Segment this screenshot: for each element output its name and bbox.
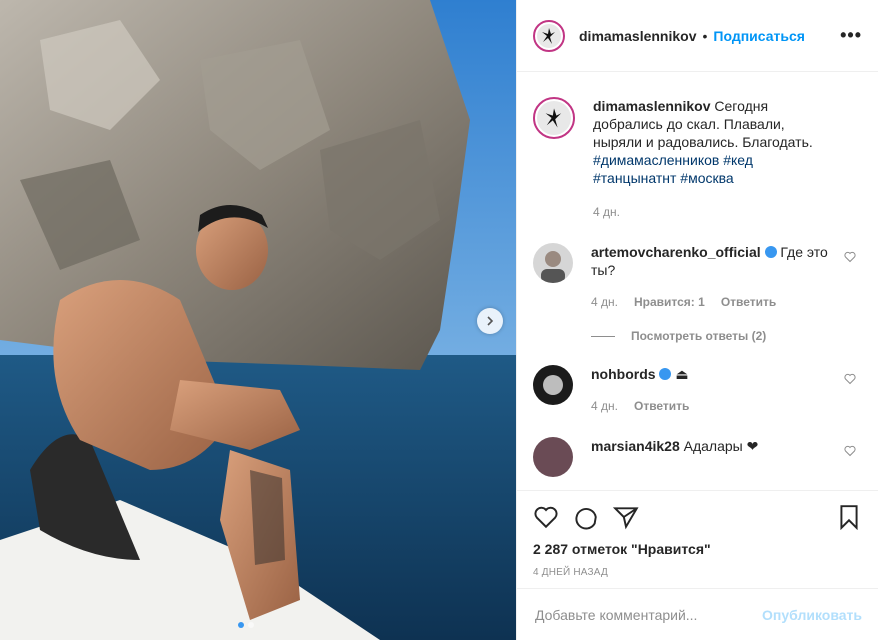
commenter-avatar[interactable] <box>533 437 573 477</box>
comment-text: ⏏ <box>675 366 689 382</box>
comment-time[interactable]: 4 дн. <box>591 293 618 311</box>
comment: marsian4ik28 Адалары ❤ <box>533 437 862 477</box>
carousel-dot-active <box>238 622 244 628</box>
post-actions: 2 287 отметок "Нравится" 4 дней назад <box>517 490 878 586</box>
comment-bubble-icon[interactable] <box>573 504 599 530</box>
share-plane-icon[interactable] <box>613 504 639 530</box>
post-panel: dimamaslennikov • Подписаться ••• dimama… <box>516 0 878 640</box>
post-image <box>0 0 516 640</box>
comment-time[interactable]: 4 дн. <box>591 397 618 415</box>
view-replies-button[interactable]: Посмотреть ответы (2) <box>591 329 862 343</box>
likes-count[interactable]: 2 287 отметок "Нравится" <box>533 541 862 557</box>
post-timestamp[interactable]: 4 дней назад <box>533 567 862 578</box>
comment-username[interactable]: marsian4ik28 <box>591 438 680 454</box>
like-heart-icon[interactable] <box>533 504 559 530</box>
post-photo[interactable] <box>0 0 516 640</box>
comment: artemovcharenko_official Где это ты? 4 д… <box>533 243 862 311</box>
carousel-dot <box>248 622 254 628</box>
heart-icon[interactable] <box>844 445 856 457</box>
reply-button[interactable]: Ответить <box>634 397 689 415</box>
comment-input[interactable] <box>533 605 763 624</box>
post-header: dimamaslennikov • Подписаться ••• <box>517 0 878 72</box>
comments-list[interactable]: dimamaslennikov Сегодня добрались до ска… <box>517 73 878 490</box>
publish-button[interactable]: Опубликовать <box>762 607 862 623</box>
separator-dot: • <box>702 27 708 44</box>
replies-line <box>591 335 615 337</box>
next-photo-button[interactable] <box>477 308 503 334</box>
heart-icon[interactable] <box>844 251 856 263</box>
carousel-dots <box>238 622 254 628</box>
author-username[interactable]: dimamaslennikov <box>579 28 697 44</box>
author-avatar[interactable] <box>533 19 565 52</box>
reply-button[interactable]: Ответить <box>721 293 776 311</box>
avatar-figure-icon <box>542 27 555 44</box>
verified-badge-icon <box>659 368 672 380</box>
comment-username[interactable]: artemovcharenko_official <box>591 244 761 260</box>
verified-badge-icon <box>764 246 777 258</box>
add-comment-bar: Опубликовать <box>517 588 878 640</box>
caption-avatar[interactable] <box>533 97 575 139</box>
follow-button[interactable]: Подписаться <box>713 28 805 44</box>
caption-hashtags[interactable]: #димамасленников #кед #танцынатнт #москв… <box>593 151 833 187</box>
avatar-face-icon <box>543 375 563 395</box>
view-replies-label: Посмотреть ответы (2) <box>631 329 767 343</box>
bookmark-icon[interactable] <box>836 504 862 530</box>
chevron-right-icon <box>487 316 494 326</box>
more-options-icon[interactable]: ••• <box>840 25 862 46</box>
comment-username[interactable]: nohbords <box>591 366 656 382</box>
comment-text: Адалары ❤ <box>683 438 759 454</box>
avatar-face-icon <box>541 251 565 283</box>
commenter-avatar[interactable] <box>533 365 573 405</box>
comment: nohbords ⏏ 4 дн. Ответить <box>533 365 862 415</box>
heart-icon[interactable] <box>844 373 856 385</box>
caption-username[interactable]: dimamaslennikov <box>593 98 711 114</box>
caption: dimamaslennikov Сегодня добрались до ска… <box>533 97 862 221</box>
comment-likes[interactable]: Нравится: 1 <box>634 293 705 311</box>
commenter-avatar[interactable] <box>533 243 573 283</box>
caption-time[interactable]: 4 дн. <box>593 203 620 221</box>
avatar-figure-icon <box>545 108 562 128</box>
